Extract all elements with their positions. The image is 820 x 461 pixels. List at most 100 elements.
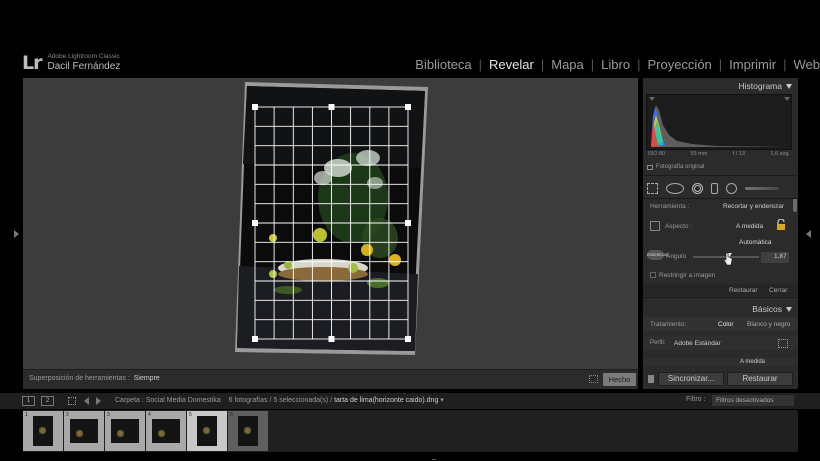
thumbnail-image: [197, 416, 217, 446]
filter-label: Filtro :: [686, 396, 706, 403]
crop-restore-button[interactable]: Restaurar: [729, 287, 758, 294]
constrain-to-image-checkbox[interactable]: [650, 272, 656, 278]
collapse-arrow-icon[interactable]: [786, 84, 792, 90]
panel-scrollbar[interactable]: [793, 198, 797, 212]
adjustment-brush-icon[interactable]: [745, 186, 779, 190]
secondary-window-button[interactable]: 2: [41, 396, 54, 406]
constrain-label: Restringir a imagen: [659, 272, 716, 279]
red-eye-icon[interactable]: [692, 182, 703, 194]
tool-overlay-setting[interactable]: Superposición de herramientas : Siempre: [29, 375, 160, 382]
treatment-color-option[interactable]: Color: [718, 321, 734, 328]
shutter-speed: 1,6 seg.: [770, 151, 790, 157]
filmstrip[interactable]: 1 2 3 4 5 6: [23, 410, 798, 460]
aspect-value[interactable]: A medida: [736, 223, 763, 230]
original-photo-indicator: Fotografía original: [647, 164, 704, 170]
histogram-graph[interactable]: [646, 94, 792, 150]
angle-label: Ángulo: [666, 253, 687, 260]
module-web[interactable]: Web: [794, 57, 820, 72]
filmstrip-thumbnail[interactable]: 5: [187, 411, 227, 451]
module-proyeccion[interactable]: Proyección: [647, 57, 711, 72]
iso-value: ISO 80: [648, 151, 666, 157]
filter-value: Filtros desactivados: [716, 397, 774, 404]
spot-removal-icon[interactable]: [666, 182, 684, 194]
radial-filter-icon[interactable]: [726, 182, 737, 194]
partial-row: [643, 358, 798, 366]
identity-text: Adobe Lightroom Classic Dacil Fernández: [47, 54, 120, 72]
module-separator: |: [637, 57, 641, 72]
thumbnail-number: 4: [148, 412, 151, 418]
thumbnail-image: [238, 416, 258, 446]
divider: [643, 297, 798, 298]
lock-open-icon[interactable]: [776, 219, 786, 231]
histogram-header[interactable]: Histograma: [739, 81, 792, 91]
thumbnail-number: 1: [25, 412, 28, 418]
histogram-title: Histograma: [738, 81, 782, 91]
hand-cursor-icon: [723, 252, 733, 266]
module-revelar[interactable]: Revelar: [489, 57, 534, 72]
left-panel-toggle-icon[interactable]: [14, 230, 19, 238]
divider: [643, 198, 798, 199]
module-separator: |: [478, 57, 483, 72]
crop-frame-icon[interactable]: [650, 221, 660, 231]
filter-dropdown[interactable]: Filtros desactivados: [712, 395, 794, 406]
sync-bar: Sincronizar... Restaurar: [643, 370, 798, 389]
thumbnail-image: [33, 416, 53, 446]
aperture-value: f / 13: [732, 151, 745, 157]
module-imprimir[interactable]: Imprimir: [729, 57, 776, 72]
crop-tool-icon[interactable]: [647, 182, 658, 194]
profile-browser-icon[interactable]: [778, 339, 788, 348]
filmstrip-thumbnail[interactable]: 3: [105, 411, 145, 451]
partial-row-value: A medida: [740, 359, 766, 365]
primary-window-button[interactable]: 1: [22, 396, 35, 406]
grid-overlay-icon[interactable]: [589, 375, 598, 383]
photo-count: 6 fotografías / 5 seleccionada(s) /: [228, 397, 333, 404]
module-mapa[interactable]: Mapa: [551, 57, 584, 72]
filmstrip-thumbnail[interactable]: 2: [64, 411, 104, 451]
thumbnail-image: [152, 419, 180, 443]
filmstrip-scroll-mark: [432, 459, 436, 460]
module-separator: |: [540, 57, 545, 72]
develop-right-panel: Histograma ISO 80 55 mm f / 13 1,6 seg. …: [643, 78, 798, 389]
module-picker: Biblioteca | Revelar | Mapa | Libro | Pr…: [415, 57, 820, 72]
auto-straighten-button[interactable]: Automática: [739, 239, 772, 246]
profile-label: Perfil:: [650, 340, 666, 346]
back-arrow-icon[interactable]: [84, 397, 89, 405]
sync-button[interactable]: Sincronizar...: [658, 372, 724, 386]
focal-length: 55 mm: [690, 151, 708, 157]
filmstrip-thumbnail[interactable]: 4: [146, 411, 186, 451]
filmstrip-thumbnail[interactable]: 1: [23, 411, 63, 451]
thumbnail-number: 6: [230, 412, 233, 418]
module-libro[interactable]: Libro: [601, 57, 630, 72]
done-button[interactable]: Hecho: [603, 373, 636, 386]
crop-photo-preview[interactable]: [23, 78, 638, 369]
forward-arrow-icon[interactable]: [96, 397, 101, 405]
auto-sync-toggle[interactable]: [648, 375, 654, 383]
graduated-filter-icon[interactable]: [711, 182, 718, 194]
tool-overlay-toolbar: Superposición de herramientas : Siempre …: [23, 369, 638, 389]
straighten-tool-icon[interactable]: ENDEREZAR: [647, 250, 669, 260]
lightroom-logo: Lr: [22, 52, 43, 74]
module-separator: |: [783, 57, 787, 72]
grid-view-icon[interactable]: [68, 397, 76, 405]
chevron-down-icon[interactable]: ▾: [440, 397, 444, 404]
photo-canvas[interactable]: [23, 78, 638, 389]
divider: [643, 175, 798, 176]
profile-dropdown[interactable]: Adobe Estándar: [674, 340, 721, 347]
crop-close-button[interactable]: Cerrar: [769, 287, 787, 294]
tool-overlay-value[interactable]: Siempre: [134, 375, 160, 382]
basics-header[interactable]: Básicos: [752, 304, 792, 314]
thumbnail-image: [111, 419, 139, 443]
angle-value[interactable]: 1,87: [774, 253, 787, 260]
aspect-label: Aspecto :: [665, 223, 693, 230]
thumbnail-number: 5: [189, 412, 192, 418]
right-panel-toggle-icon[interactable]: [806, 230, 811, 238]
filmstrip-header: 1 2 Carpeta : Social Media Domestika 6 f…: [0, 393, 820, 409]
thumbnail-number: 3: [107, 412, 110, 418]
module-biblioteca[interactable]: Biblioteca: [415, 57, 471, 72]
treatment-bw-option[interactable]: Blanco y negro: [747, 321, 790, 328]
filmstrip-thumbnail[interactable]: 6: [228, 411, 268, 451]
source-info[interactable]: Carpeta : Social Media Domestika 6 fotog…: [115, 396, 444, 404]
collapse-arrow-icon[interactable]: [786, 307, 792, 313]
shadow-clip-icon: [649, 97, 655, 101]
restore-button[interactable]: Restaurar: [727, 372, 793, 386]
